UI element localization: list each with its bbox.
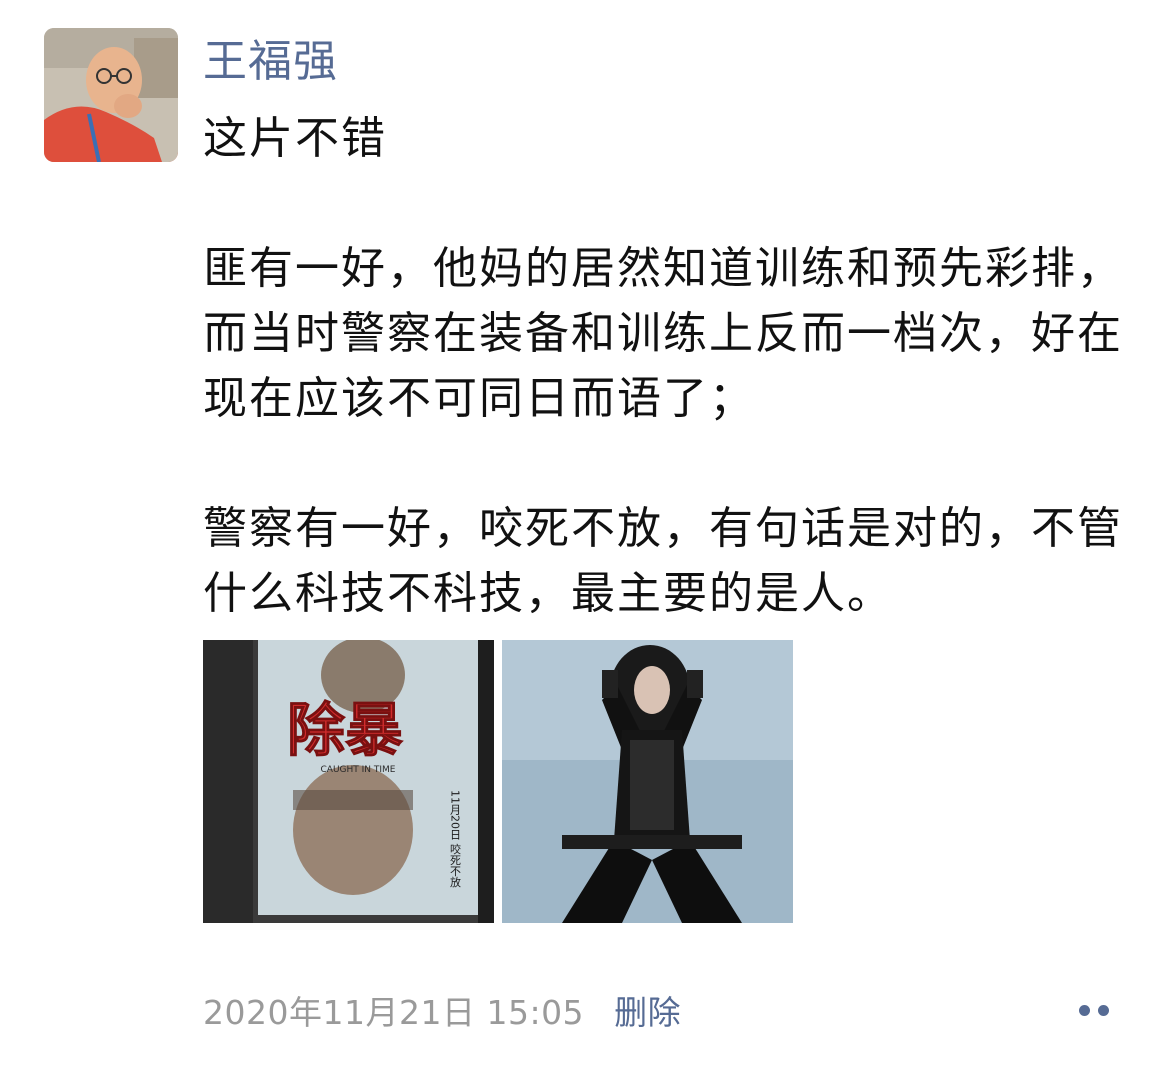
photo-thumbnail-action-heroine[interactable] bbox=[502, 640, 793, 923]
post-meta: 2020年11月21日 15:05 删除 bbox=[203, 985, 681, 1035]
dot bbox=[1079, 1004, 1090, 1016]
post-timestamp: 2020年11月21日 15:05 bbox=[203, 993, 585, 1032]
poster-side-text: 11月20日 咬死不放 bbox=[449, 790, 462, 888]
more-dots-icon[interactable] bbox=[1070, 990, 1118, 1030]
author-name[interactable]: 王福强 bbox=[203, 32, 338, 92]
author-avatar[interactable] bbox=[44, 28, 178, 162]
delete-link[interactable]: 删除 bbox=[614, 986, 681, 1034]
avatar-image bbox=[44, 28, 178, 162]
photo-grid: 除暴 CAUGHT IN TIME 11月20日 咬死不放 bbox=[203, 640, 793, 923]
movie-poster-image: 除暴 CAUGHT IN TIME 11月20日 咬死不放 bbox=[203, 640, 494, 923]
dot bbox=[1098, 1004, 1109, 1016]
post-paragraph: 警察有一好，咬死不放，有句话是对的，不管什么科技不科技，最主要的是人。 bbox=[203, 503, 1123, 619]
poster-subtitle: CAUGHT IN TIME bbox=[321, 765, 396, 775]
photo-thumbnail-movie-poster[interactable]: 除暴 CAUGHT IN TIME 11月20日 咬死不放 bbox=[203, 640, 494, 923]
post-paragraph: 匪有一好，他妈的居然知道训练和预先彩排，而当时警察在装备和训练上反而一档次，好在… bbox=[203, 243, 1123, 424]
action-heroine-image bbox=[502, 640, 793, 923]
poster-title: 除暴 bbox=[287, 696, 403, 764]
post-paragraph: 这片不错 bbox=[203, 113, 387, 164]
post-content: 这片不错 匪有一好，他妈的居然知道训练和预先彩排，而当时警察在装备和训练上反而一… bbox=[203, 106, 1138, 626]
